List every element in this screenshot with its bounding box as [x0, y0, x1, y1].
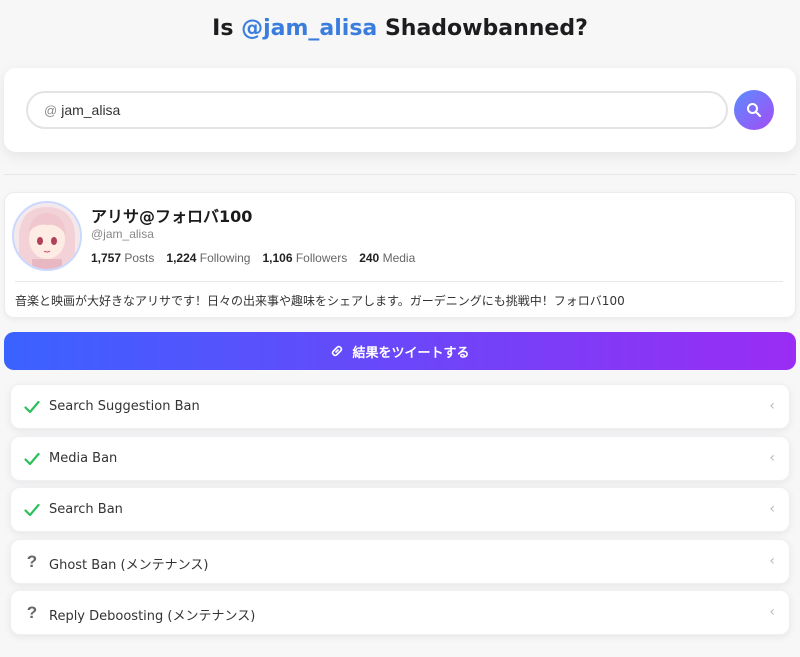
divider [4, 174, 796, 175]
chevron-left-icon[interactable]: ‹ [769, 553, 775, 569]
search-button[interactable] [734, 90, 774, 130]
result-search-ban[interactable]: Search Ban ‹ [10, 487, 790, 532]
page-title: Is @jam_alisa Shadowbanned? [0, 16, 800, 41]
profile-stats: 1,757 Posts 1,224 Following 1,106 Follow… [91, 251, 415, 265]
title-handle: @jam_alisa [241, 16, 378, 41]
check-icon [23, 448, 41, 470]
stat-posts: 1,757 Posts [91, 251, 155, 265]
tweet-results-button[interactable]: 結果をツイートする [4, 332, 796, 370]
result-label: Media Ban [49, 451, 118, 466]
username: @jam_alisa [91, 227, 154, 241]
search-input-wrapper[interactable]: @ [26, 91, 728, 129]
display-name: アリサ@フォロバ100 [91, 207, 253, 226]
profile-card: アリサ@フォロバ100 @jam_alisa 1,757 Posts 1,224… [4, 192, 796, 318]
title-suffix: Shadowbanned? [384, 16, 588, 41]
stat-media: 240 Media [359, 251, 416, 265]
result-reply-deboosting[interactable]: ? Reply Deboosting (メンテナンス) ‹ [10, 590, 790, 635]
chevron-left-icon[interactable]: ‹ [769, 450, 775, 466]
result-label: Ghost Ban (メンテナンス) [49, 558, 209, 573]
chevron-left-icon[interactable]: ‹ [769, 604, 775, 620]
link-icon [332, 345, 343, 357]
check-icon [23, 396, 41, 418]
result-media-ban[interactable]: Media Ban ‹ [10, 436, 790, 481]
profile-bio: 音楽と映画が大好きなアリサです！日々の出来事や趣味をシェアします。ガーデニングに… [15, 294, 625, 308]
search-card: @ [4, 68, 796, 152]
result-ghost-ban[interactable]: ? Ghost Ban (メンテナンス) ‹ [10, 539, 790, 584]
check-icon [23, 499, 41, 521]
chevron-left-icon[interactable]: ‹ [769, 398, 775, 414]
title-prefix: Is [212, 16, 234, 41]
question-icon: ? [26, 552, 38, 571]
profile-divider [15, 281, 783, 282]
stat-following: 1,224 Following [166, 251, 251, 265]
result-label: Reply Deboosting (メンテナンス) [49, 609, 256, 624]
result-label: Search Suggestion Ban [49, 399, 200, 414]
avatar-image [14, 203, 80, 269]
at-symbol: @ [44, 102, 58, 118]
stat-followers: 1,106 Followers [262, 251, 348, 265]
chevron-left-icon[interactable]: ‹ [769, 501, 775, 517]
result-search-suggestion-ban[interactable]: Search Suggestion Ban ‹ [10, 384, 790, 429]
question-icon: ? [26, 603, 38, 622]
tweet-button-label: 結果をツイートする [352, 345, 470, 361]
result-label: Search Ban [49, 502, 123, 517]
avatar[interactable] [12, 201, 82, 271]
search-input[interactable] [61, 102, 662, 118]
search-icon [747, 103, 762, 118]
